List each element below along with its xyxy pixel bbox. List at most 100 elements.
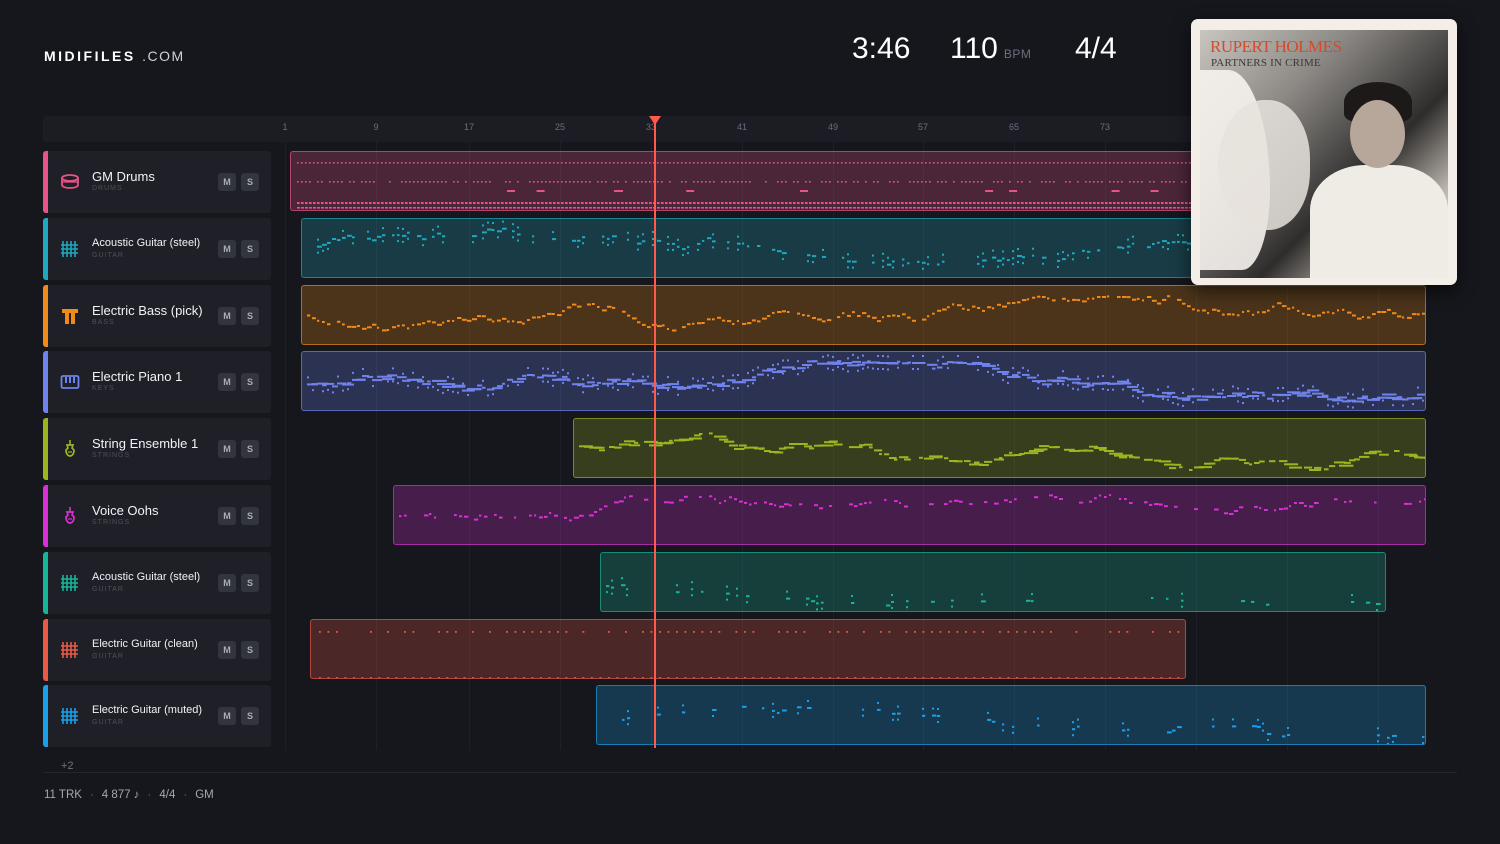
mute-button[interactable]: M bbox=[218, 173, 236, 191]
midi-region[interactable] bbox=[393, 485, 1426, 545]
note-count: 4 877 ♪ bbox=[101, 789, 140, 801]
violin-icon bbox=[60, 439, 80, 459]
track-name[interactable]: Voice Oohs bbox=[92, 503, 159, 518]
drum-icon bbox=[60, 172, 80, 192]
solo-button[interactable]: S bbox=[241, 306, 259, 325]
mute-button[interactable]: M bbox=[218, 306, 236, 325]
guitar-fretboard-icon bbox=[60, 239, 80, 259]
track-name[interactable]: Acoustic Guitar (steel) bbox=[92, 571, 200, 583]
midi-region[interactable] bbox=[301, 284, 1426, 345]
solo-button[interactable]: S bbox=[241, 507, 259, 525]
solo-button[interactable]: S bbox=[241, 373, 259, 392]
ruler-bar-1: 1 bbox=[282, 122, 288, 132]
track-count: 11 TRK bbox=[44, 789, 82, 801]
track-category: STRINGS bbox=[92, 452, 131, 460]
ruler-bar-41: 41 bbox=[736, 122, 748, 132]
solo-button[interactable]: S bbox=[241, 239, 259, 258]
bass-icon bbox=[60, 306, 80, 326]
track-category: GUITAR bbox=[92, 585, 124, 593]
midi-region[interactable] bbox=[573, 418, 1426, 479]
tempo-display: 110 BPM bbox=[950, 32, 1031, 66]
midi-region[interactable] bbox=[596, 685, 1426, 746]
note-pattern bbox=[606, 576, 1381, 611]
footer-meter: 4/4 bbox=[159, 789, 176, 801]
note-pattern bbox=[307, 354, 1425, 409]
footer-summary: 11 TRK · 4 877 ♪ · 4/4 · GM bbox=[44, 789, 214, 801]
midi-region[interactable] bbox=[290, 151, 1195, 211]
track-name[interactable]: Acoustic Guitar (steel) bbox=[92, 237, 200, 249]
mute-button[interactable]: M bbox=[218, 239, 236, 258]
midi-standard: GM bbox=[195, 789, 214, 801]
playhead[interactable] bbox=[654, 118, 656, 748]
ruler-bar-65: 65 bbox=[1008, 122, 1020, 132]
track-color-stripe bbox=[43, 418, 48, 481]
midi-region[interactable] bbox=[301, 217, 1195, 278]
ruler-bar-57: 57 bbox=[917, 122, 929, 132]
mute-button[interactable]: M bbox=[218, 440, 236, 459]
note-pattern bbox=[399, 494, 1425, 522]
midi-region[interactable] bbox=[301, 351, 1426, 412]
solo-button[interactable]: S bbox=[241, 440, 259, 459]
note-pattern bbox=[579, 432, 1425, 472]
track-row[interactable]: GM Drums DRUMS M S bbox=[43, 151, 271, 213]
track-row[interactable]: Electric Piano 1 KEYS M S bbox=[43, 351, 271, 414]
note-pattern bbox=[622, 700, 1425, 745]
track-name[interactable]: Electric Bass (pick) bbox=[92, 303, 203, 318]
track-row[interactable]: Electric Guitar (muted) GUITAR M S bbox=[43, 685, 271, 748]
solo-button[interactable]: S bbox=[241, 640, 259, 659]
track-name[interactable]: GM Drums bbox=[92, 169, 155, 184]
track-category: DRUMS bbox=[92, 185, 123, 192]
track-color-stripe bbox=[43, 685, 48, 748]
track-category: GUITAR bbox=[92, 652, 124, 660]
track-row[interactable]: Acoustic Guitar (steel) GUITAR M S bbox=[43, 551, 271, 614]
track-color-stripe bbox=[43, 217, 48, 280]
brand-name: MIDIFILES bbox=[44, 48, 136, 64]
piano-keys-icon bbox=[60, 372, 80, 392]
midi-region[interactable] bbox=[600, 551, 1386, 612]
track-color-stripe bbox=[43, 284, 48, 347]
track-row[interactable]: Voice Oohs STRINGS M S bbox=[43, 485, 271, 547]
note-pattern bbox=[319, 630, 1180, 678]
track-row[interactable]: Acoustic Guitar (steel) GUITAR M S bbox=[43, 217, 271, 280]
mute-button[interactable]: M bbox=[218, 573, 236, 592]
solo-button[interactable]: S bbox=[241, 173, 259, 191]
ruler-bar-17: 17 bbox=[463, 122, 475, 132]
track-color-stripe bbox=[43, 618, 48, 681]
track-color-stripe bbox=[43, 485, 48, 547]
note-pattern bbox=[307, 294, 1425, 332]
track-category: KEYS bbox=[92, 385, 115, 393]
time-signature: 4/4 bbox=[1075, 32, 1117, 65]
album-artist: RUPERT HOLMES bbox=[1210, 37, 1342, 56]
album-title: PARTNERS IN CRIME bbox=[1211, 57, 1321, 69]
grid-line bbox=[285, 142, 286, 750]
tempo-unit: BPM bbox=[1003, 47, 1032, 61]
track-category: STRINGS bbox=[92, 519, 131, 526]
solo-button[interactable]: S bbox=[241, 573, 259, 592]
mute-button[interactable]: M bbox=[218, 640, 236, 659]
guitar-fretboard-icon bbox=[60, 640, 80, 660]
brand-logo[interactable]: MIDIFILES .COM bbox=[44, 48, 185, 64]
track-category: BASS bbox=[92, 318, 115, 326]
track-name[interactable]: Electric Guitar (muted) bbox=[92, 704, 202, 716]
track-name[interactable]: Electric Guitar (clean) bbox=[92, 638, 198, 650]
song-duration: 3:46 bbox=[852, 32, 911, 65]
track-name[interactable]: String Ensemble 1 bbox=[92, 436, 198, 451]
brand-domain: .COM bbox=[142, 48, 185, 64]
ruler-bar-49: 49 bbox=[827, 122, 839, 132]
track-category: GUITAR bbox=[92, 719, 124, 727]
midi-region[interactable] bbox=[310, 618, 1186, 679]
track-row[interactable]: String Ensemble 1 STRINGS M S bbox=[43, 418, 271, 481]
solo-button[interactable]: S bbox=[241, 707, 259, 726]
more-tracks-indicator[interactable]: +2 bbox=[61, 760, 74, 772]
album-artwork: RUPERT HOLMES PARTNERS IN CRIME bbox=[1200, 30, 1448, 278]
track-color-stripe bbox=[43, 351, 48, 414]
track-row[interactable]: Electric Guitar (clean) GUITAR M S bbox=[43, 618, 271, 681]
mute-button[interactable]: M bbox=[218, 373, 236, 392]
ruler-bar-73: 73 bbox=[1099, 122, 1111, 132]
track-name[interactable]: Electric Piano 1 bbox=[92, 369, 182, 384]
note-pattern bbox=[317, 220, 1194, 270]
track-row[interactable]: Electric Bass (pick) BASS M S bbox=[43, 284, 271, 347]
mute-button[interactable]: M bbox=[218, 507, 236, 525]
mute-button[interactable]: M bbox=[218, 707, 236, 726]
track-color-stripe bbox=[43, 551, 48, 614]
